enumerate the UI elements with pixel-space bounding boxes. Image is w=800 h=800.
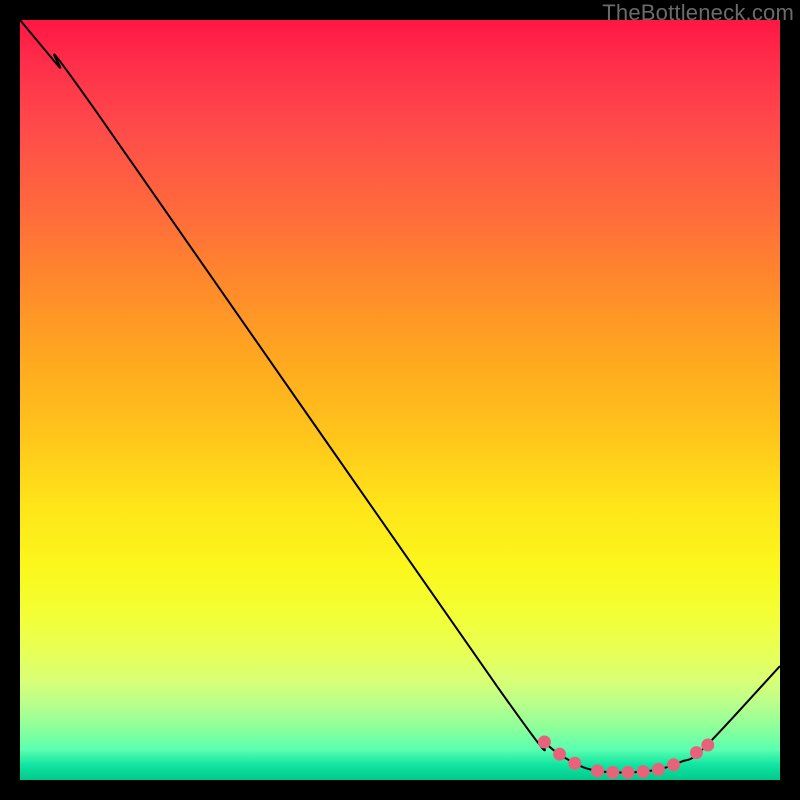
curve-layer [20,20,780,780]
data-point [568,757,581,770]
data-point [538,736,551,749]
data-points [538,736,714,779]
data-point [553,748,566,761]
data-point [701,739,714,752]
watermark: TheBottleneck.com [602,0,794,26]
bottleneck-curve [20,20,780,772]
data-point [591,764,604,777]
data-point [606,766,619,779]
data-point [667,758,680,771]
plot-area [20,20,780,780]
chart-frame: TheBottleneck.com [0,0,800,800]
data-point [622,766,635,779]
data-point [652,763,665,776]
data-point [637,765,650,778]
data-point [690,746,703,759]
